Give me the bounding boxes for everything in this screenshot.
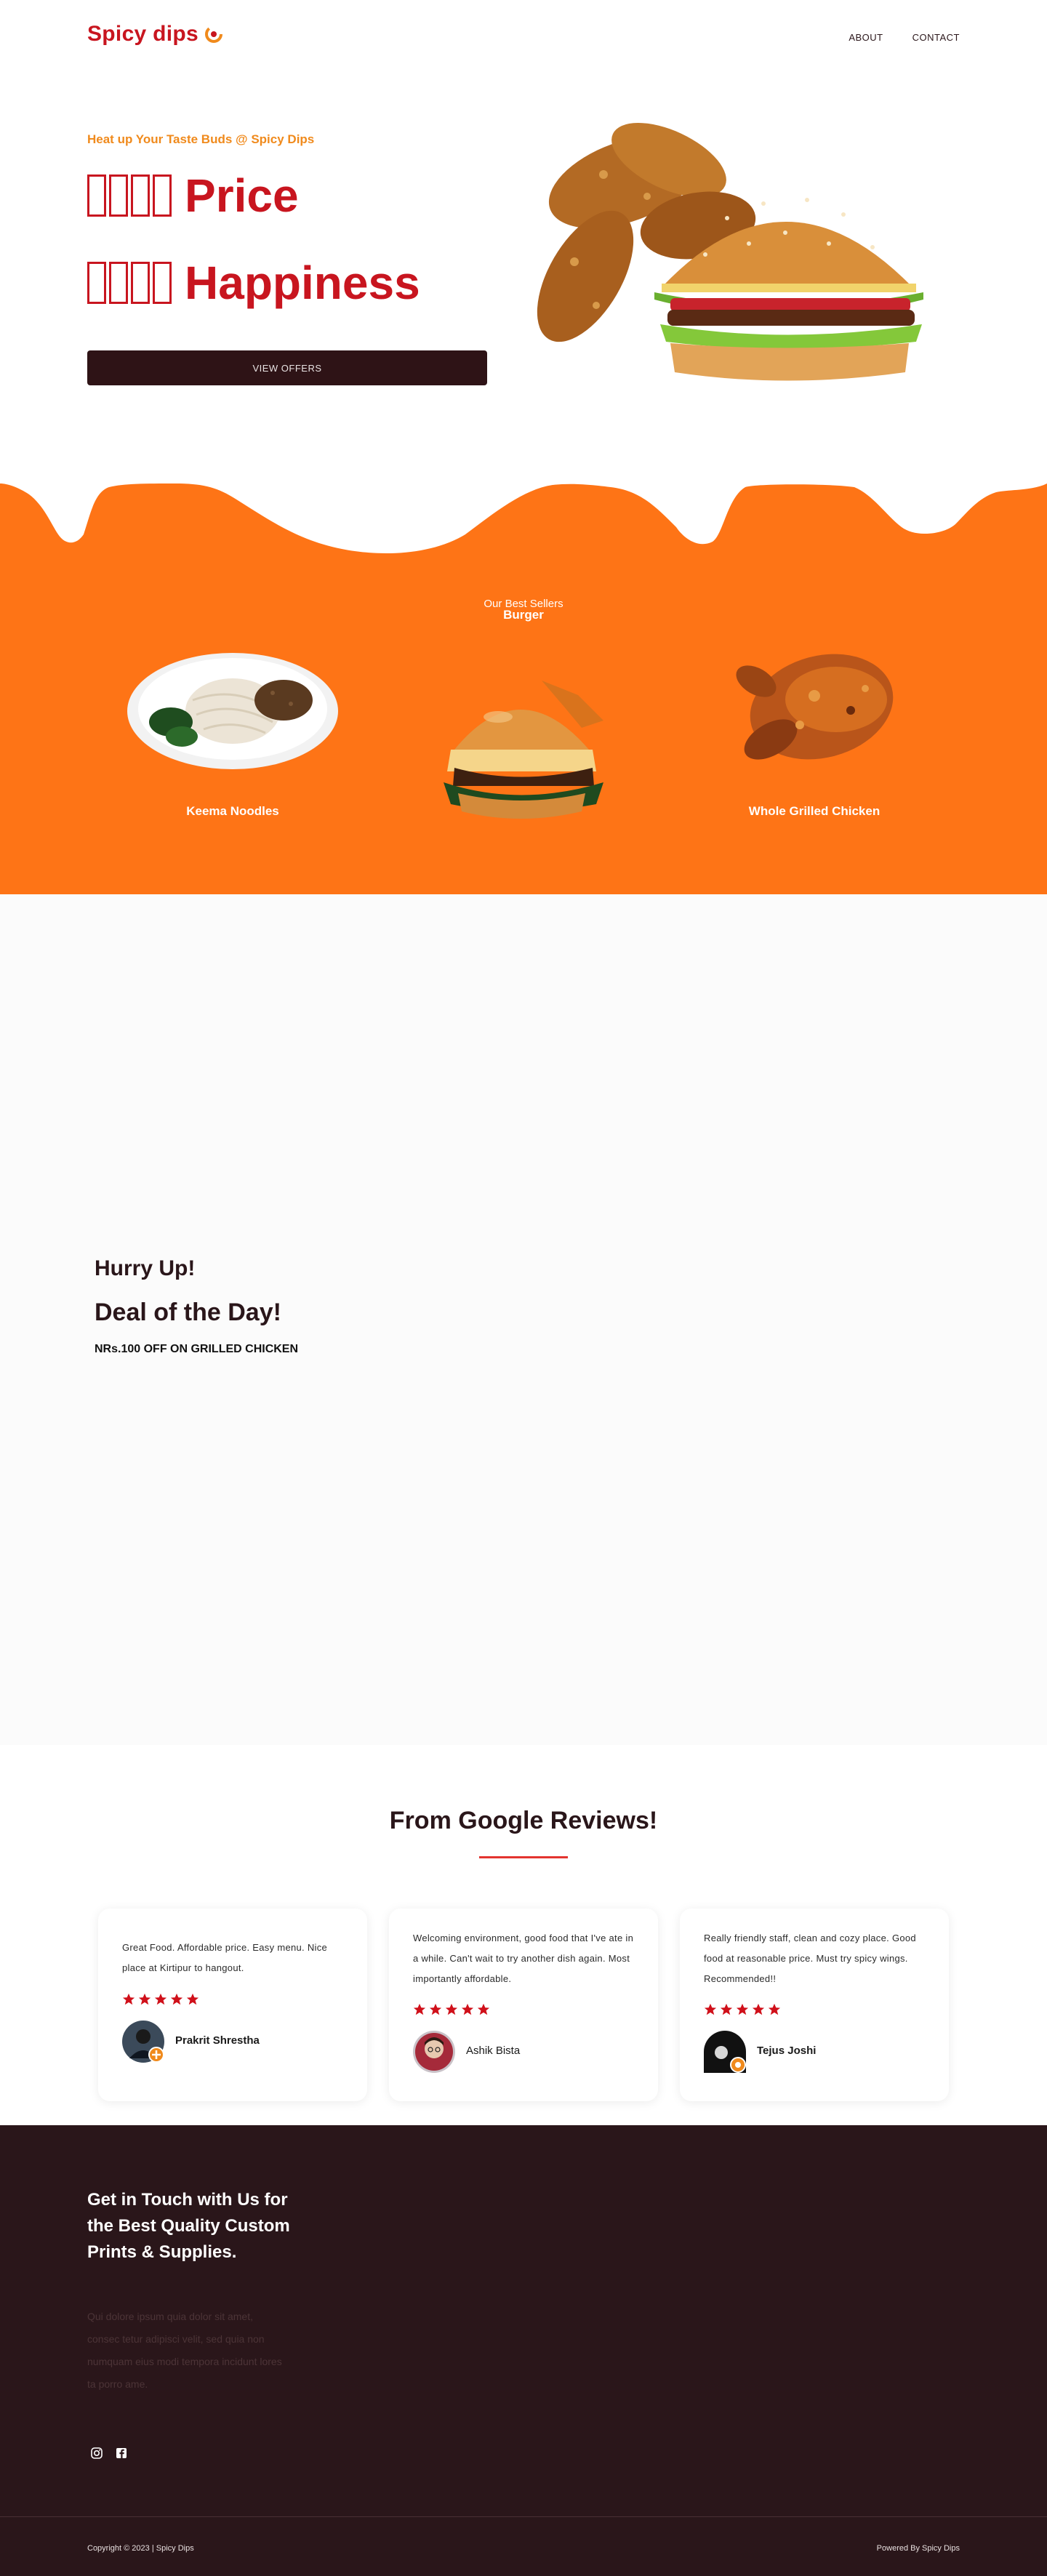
dish-name-whole-grilled-chicken: Whole Grilled Chicken	[748, 804, 880, 818]
deal-offer-text: NRs.100 OFF ON GRILLED CHICKEN	[95, 1343, 299, 1355]
footer-divider	[0, 2516, 1047, 2517]
star-icon	[445, 2003, 458, 2015]
star-icon	[461, 2003, 474, 2015]
star-icon	[138, 1993, 151, 2005]
review-text: Really friendly staff, clean and cozy pl…	[704, 1933, 916, 1984]
nav-contact-link[interactable]: CONTACT	[912, 32, 960, 43]
social-links	[90, 2447, 128, 2460]
star-icon	[170, 1993, 183, 2005]
star-icon	[477, 2003, 490, 2015]
keema-noodles-image[interactable]	[124, 649, 342, 773]
copyright-text: Copyright © 2023 | Spicy Dips	[87, 2544, 194, 2553]
footer-body-text: Qui dolore ipsum quia dolor sit amet, co…	[87, 2311, 282, 2390]
powered-by-text: Powered By Spicy Dips	[876, 2544, 960, 2553]
review-text: Great Food. Affordable price. Easy menu.…	[122, 1942, 328, 1973]
star-icon	[413, 2003, 426, 2015]
review-stars	[704, 2003, 781, 2016]
whole-grilled-chicken-image[interactable]	[727, 638, 902, 783]
dish-name-keema-noodles: Keema Noodles	[186, 804, 279, 818]
review-author: Prakrit Shrestha	[175, 2034, 260, 2047]
deal-of-the-day-section: Hurry Up! Deal of the Day! NRs.100 OFF O…	[0, 894, 1047, 1745]
featured-burger-image[interactable]	[433, 662, 614, 830]
footer-title: Get in Touch with Us for the Best Qualit…	[87, 2190, 290, 2262]
view-offers-button[interactable]: VIEW OFFERS	[87, 350, 487, 385]
star-icon	[752, 2003, 765, 2015]
facebook-icon[interactable]	[115, 2447, 128, 2460]
star-icon	[736, 2003, 749, 2015]
review-author: Ashik Bista	[466, 2045, 521, 2057]
review-card: Really friendly staff, clean and cozy pl…	[680, 1909, 949, 2101]
review-card: Great Food. Affordable price. Easy menu.…	[98, 1909, 367, 2101]
star-icon	[768, 2003, 781, 2015]
featured-item-label: Burger	[503, 608, 544, 622]
deal-title: Deal of the Day!	[95, 1299, 281, 1326]
avatar	[413, 2031, 455, 2073]
hero-tagline: Heat up Your Taste Buds @ Spicy Dips	[87, 132, 315, 146]
star-icon	[429, 2003, 442, 2015]
reviews-heading-underline	[479, 1856, 568, 1858]
main-nav: ABOUT CONTACT	[849, 32, 960, 43]
star-icon	[154, 1993, 167, 2005]
header: Spicy dips ABOUT CONTACT	[0, 0, 1047, 73]
reviews-heading: From Google Reviews!	[389, 1807, 658, 1834]
star-icon	[704, 2003, 717, 2015]
star-icon	[186, 1993, 199, 2005]
footer: Get in Touch with Us for the Best Qualit…	[0, 2125, 1047, 2576]
missing-glyph-boxes	[87, 262, 172, 304]
hero-headline-line-1: Price	[87, 169, 299, 222]
hero-word-happiness: Happiness	[185, 257, 420, 309]
avatar	[704, 2031, 746, 2073]
avatar	[122, 2021, 164, 2063]
hero-food-image	[537, 122, 923, 381]
review-stars	[413, 2003, 490, 2016]
page: Spicy dips ABOUT CONTACT Heat up Your Ta…	[0, 0, 1047, 2576]
missing-glyph-boxes	[87, 174, 172, 217]
deal-hurry-text: Hurry Up!	[95, 1256, 196, 1280]
nav-about-link[interactable]: ABOUT	[849, 32, 883, 43]
logo[interactable]: Spicy dips	[87, 22, 223, 47]
review-stars	[122, 1993, 199, 2006]
instagram-icon[interactable]	[90, 2447, 103, 2460]
chili-swirl-icon	[205, 25, 223, 43]
best-sellers-section: Our Best Sellers Burger Keema Noodles Wh…	[0, 483, 1047, 894]
star-icon	[720, 2003, 733, 2015]
hero-word-price: Price	[185, 169, 299, 222]
logo-text: Spicy dips	[87, 22, 199, 46]
review-author: Tejus Joshi	[757, 2045, 817, 2057]
hero-headline-line-2: Happiness	[87, 256, 420, 310]
star-icon	[122, 1993, 135, 2005]
review-text: Welcoming environment, good food that I'…	[413, 1933, 634, 1984]
review-card: Welcoming environment, good food that I'…	[389, 1909, 658, 2101]
